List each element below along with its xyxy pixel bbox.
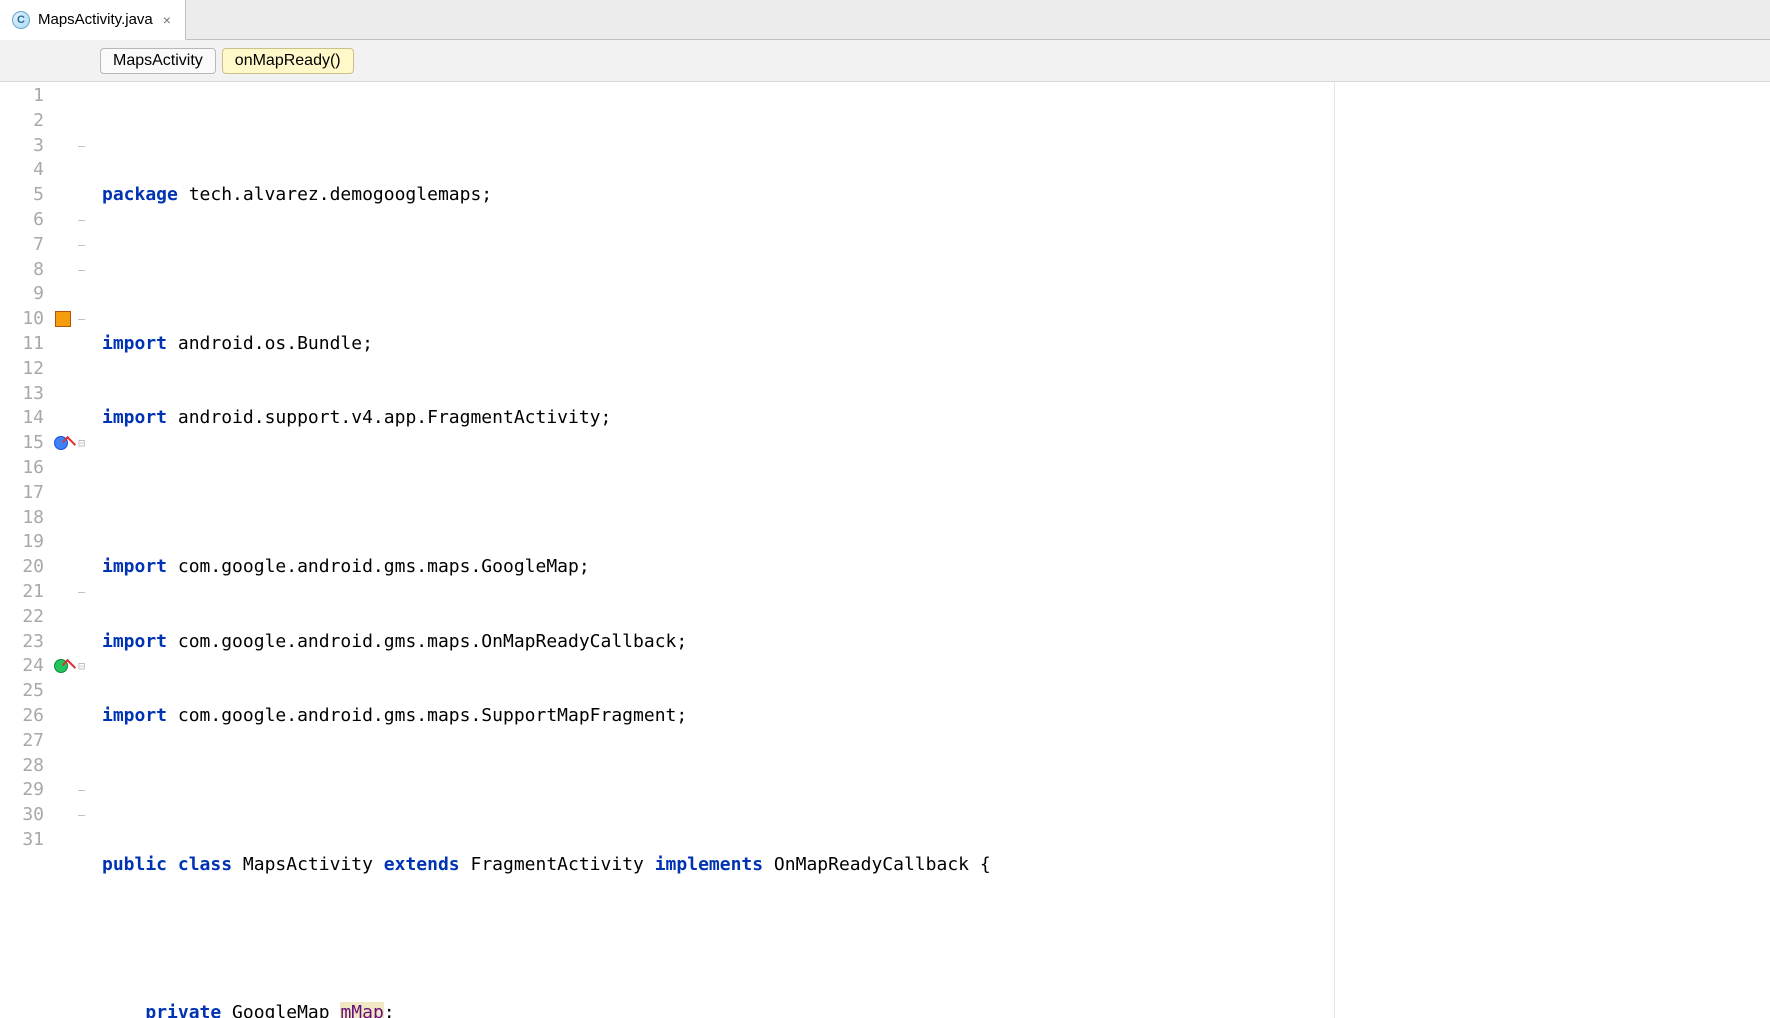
line-number: 27	[0, 729, 78, 754]
line-number: 22	[0, 605, 78, 630]
code-line: import com.google.android.gms.maps.Suppo…	[102, 704, 1770, 729]
line-number: 16	[0, 456, 78, 481]
breadcrumb-class[interactable]: MapsActivity	[100, 48, 216, 74]
line-number: 5	[0, 183, 78, 208]
line-number: 15	[0, 431, 78, 456]
right-margin-guide	[1334, 82, 1335, 1018]
code-line: private GoogleMap mMap;	[102, 1001, 1770, 1018]
breadcrumb-bar: MapsActivity onMapReady()	[0, 40, 1770, 82]
line-number: 11	[0, 332, 78, 357]
line-number: 29	[0, 778, 78, 803]
line-number: 21	[0, 580, 78, 605]
line-number: 19	[0, 530, 78, 555]
close-icon[interactable]: ×	[161, 12, 173, 28]
class-gutter-icon[interactable]	[54, 310, 72, 328]
line-number: 25	[0, 679, 78, 704]
line-number: 17	[0, 481, 78, 506]
line-number: 1	[0, 84, 78, 109]
line-number: 9	[0, 282, 78, 307]
tab-bar: C MapsActivity.java ×	[0, 0, 1770, 40]
code-line: import android.os.Bundle;	[102, 332, 1770, 357]
code-line: package tech.alvarez.demogooglemaps;	[102, 183, 1770, 208]
line-number: 28	[0, 754, 78, 779]
line-number: 8	[0, 258, 78, 283]
line-number: 7	[0, 233, 78, 258]
editor-body: 1 2 3 4 5 6 7 8 9 10 11 12 13 14 15 16 1…	[0, 82, 1770, 1018]
implements-gutter-icon[interactable]	[54, 657, 72, 675]
code-line: public class MapsActivity extends Fragme…	[102, 853, 1770, 878]
override-gutter-icon[interactable]	[54, 434, 72, 452]
editor-container: C MapsActivity.java × MapsActivity onMap…	[0, 0, 1770, 1018]
line-number: 3	[0, 134, 78, 159]
line-number: 13	[0, 382, 78, 407]
code-area[interactable]: package tech.alvarez.demogooglemaps; imp…	[78, 82, 1770, 1018]
line-number: 26	[0, 704, 78, 729]
line-number: 31	[0, 828, 78, 853]
line-number: 24	[0, 654, 78, 679]
line-number: 30	[0, 803, 78, 828]
line-number: 4	[0, 158, 78, 183]
line-number: 10	[0, 307, 78, 332]
code-line	[102, 481, 1770, 506]
line-number: 20	[0, 555, 78, 580]
file-tab-label: MapsActivity.java	[38, 11, 153, 28]
code-line	[102, 258, 1770, 283]
line-number: 14	[0, 406, 78, 431]
java-class-icon: C	[12, 11, 30, 29]
line-number: 23	[0, 630, 78, 655]
breadcrumb-method[interactable]: onMapReady()	[222, 48, 354, 74]
line-number: 18	[0, 506, 78, 531]
code-line	[102, 927, 1770, 952]
line-number: 6	[0, 208, 78, 233]
gutter: 1 2 3 4 5 6 7 8 9 10 11 12 13 14 15 16 1…	[0, 82, 78, 1018]
code-line: import com.google.android.gms.maps.OnMap…	[102, 630, 1770, 655]
file-tab[interactable]: C MapsActivity.java ×	[0, 0, 186, 40]
code-line: import com.google.android.gms.maps.Googl…	[102, 555, 1770, 580]
code-line	[102, 778, 1770, 803]
code-line: import android.support.v4.app.FragmentAc…	[102, 406, 1770, 431]
line-number: 12	[0, 357, 78, 382]
line-number: 2	[0, 109, 78, 134]
